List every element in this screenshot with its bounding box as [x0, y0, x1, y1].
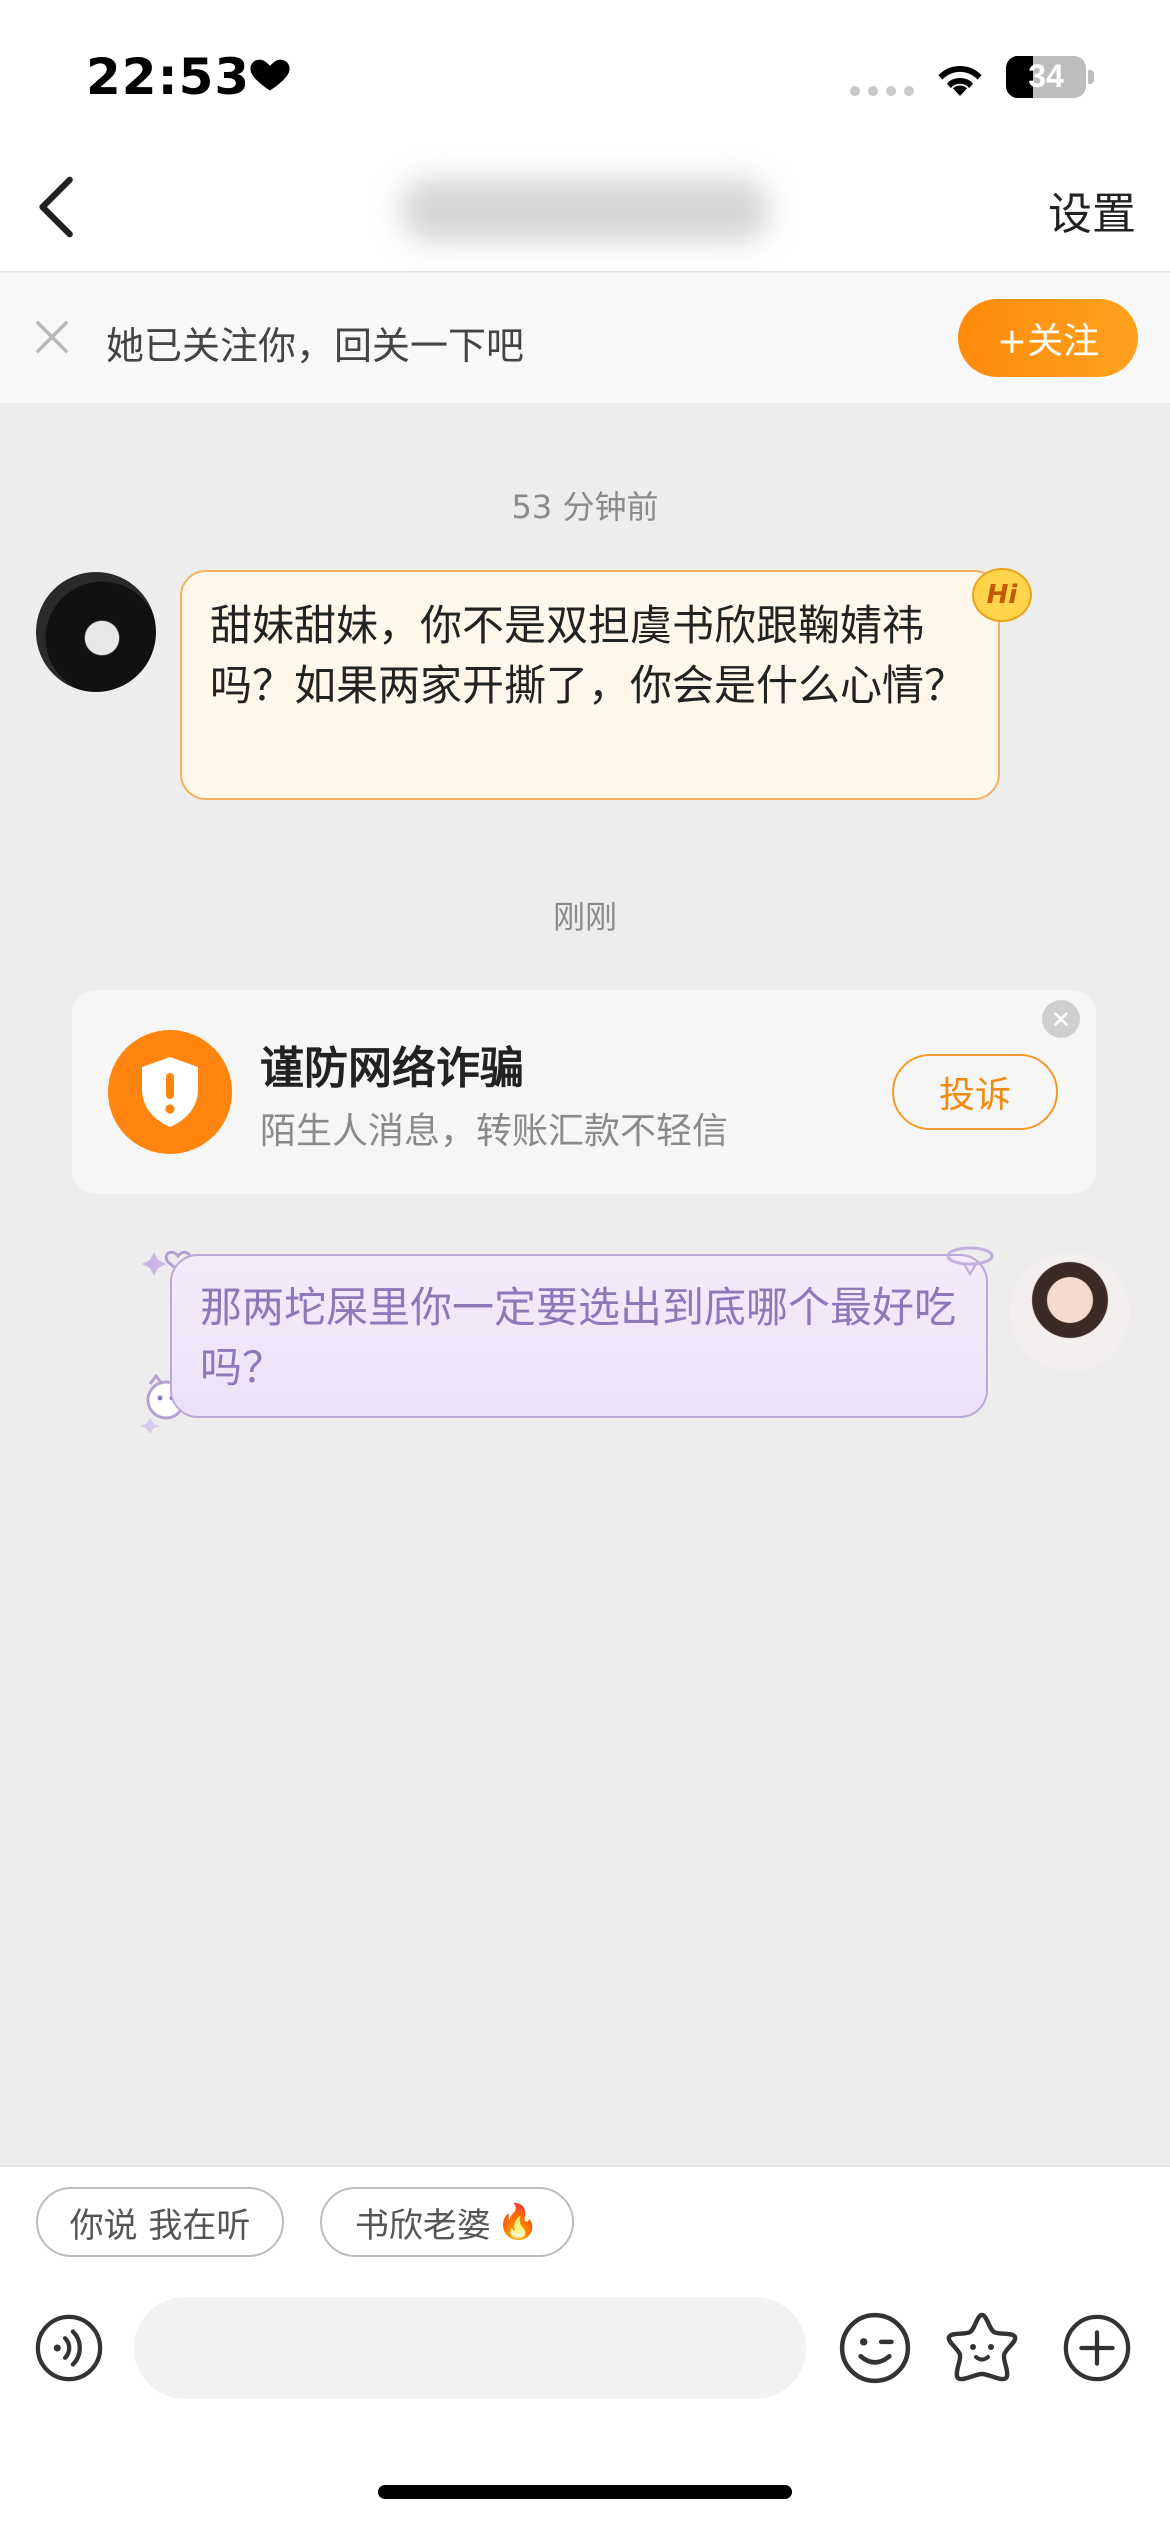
follow-button[interactable]: +关注	[958, 299, 1138, 377]
quick-reply-chip[interactable]: 你说 我在听	[36, 2187, 284, 2257]
warning-title: 谨防网络诈骗	[260, 1043, 524, 1094]
received-message-bubble[interactable]: 甜妹甜妹，你不是双担虞书欣跟鞠婧祎吗？如果两家开撕了，你会是什么心情？	[180, 570, 1000, 800]
status-bar: 22:53 34	[0, 0, 1170, 150]
heart-icon	[250, 59, 290, 91]
halo-decoration-icon	[946, 1246, 994, 1277]
star-icon[interactable]	[944, 2309, 1020, 2385]
voice-icon[interactable]	[34, 2313, 104, 2383]
hi-badge: Hi	[972, 568, 1032, 622]
fire-icon: 🔥	[496, 2202, 540, 2242]
close-icon[interactable]	[32, 317, 72, 357]
message-input[interactable]	[134, 2297, 806, 2399]
warning-subtitle: 陌生人消息，转账汇款不轻信	[260, 1111, 729, 1152]
plus-icon[interactable]	[1062, 2313, 1132, 2383]
fraud-warning-card: 谨防网络诈骗 陌生人消息，转账汇款不轻信 投诉	[72, 990, 1096, 1194]
battery-level: 34	[1028, 58, 1064, 94]
signal-icon	[850, 86, 914, 96]
wifi-icon	[938, 66, 982, 96]
battery-tip	[1088, 70, 1094, 84]
settings-button[interactable]: 设置	[1048, 178, 1136, 242]
message-timestamp: 刚刚	[552, 898, 617, 936]
home-indicator	[378, 2485, 792, 2499]
shield-alert-icon	[108, 1030, 232, 1154]
chat-title-blurred	[400, 178, 770, 242]
follow-banner-text: 她已关注你，回关一下吧	[106, 324, 525, 368]
avatar[interactable]	[1010, 1252, 1130, 1372]
quick-reply-label: 书欣老婆	[354, 2205, 491, 2246]
battery-icon: 34	[1006, 56, 1086, 98]
chevron-left-icon[interactable]	[30, 172, 90, 242]
emoji-icon[interactable]	[838, 2311, 912, 2385]
avatar[interactable]	[36, 572, 156, 692]
close-icon[interactable]	[1042, 1000, 1080, 1038]
follow-banner: 她已关注你，回关一下吧 +关注	[0, 273, 1170, 403]
bottom-input-area: 你说 我在听 书欣老婆 🔥	[0, 2166, 1170, 2532]
nav-bar: 设置	[0, 150, 1170, 272]
message-timestamp: 53 分钟前	[511, 488, 659, 526]
report-button[interactable]: 投诉	[892, 1054, 1058, 1130]
sent-message-bubble[interactable]: 那两坨屎里你一定要选出到底哪个最好吃吗？	[170, 1254, 988, 1418]
quick-reply-label: 你说 我在听	[69, 2205, 251, 2246]
quick-reply-chip[interactable]: 书欣老婆 🔥	[320, 2187, 574, 2257]
status-time: 22:53	[86, 48, 251, 106]
